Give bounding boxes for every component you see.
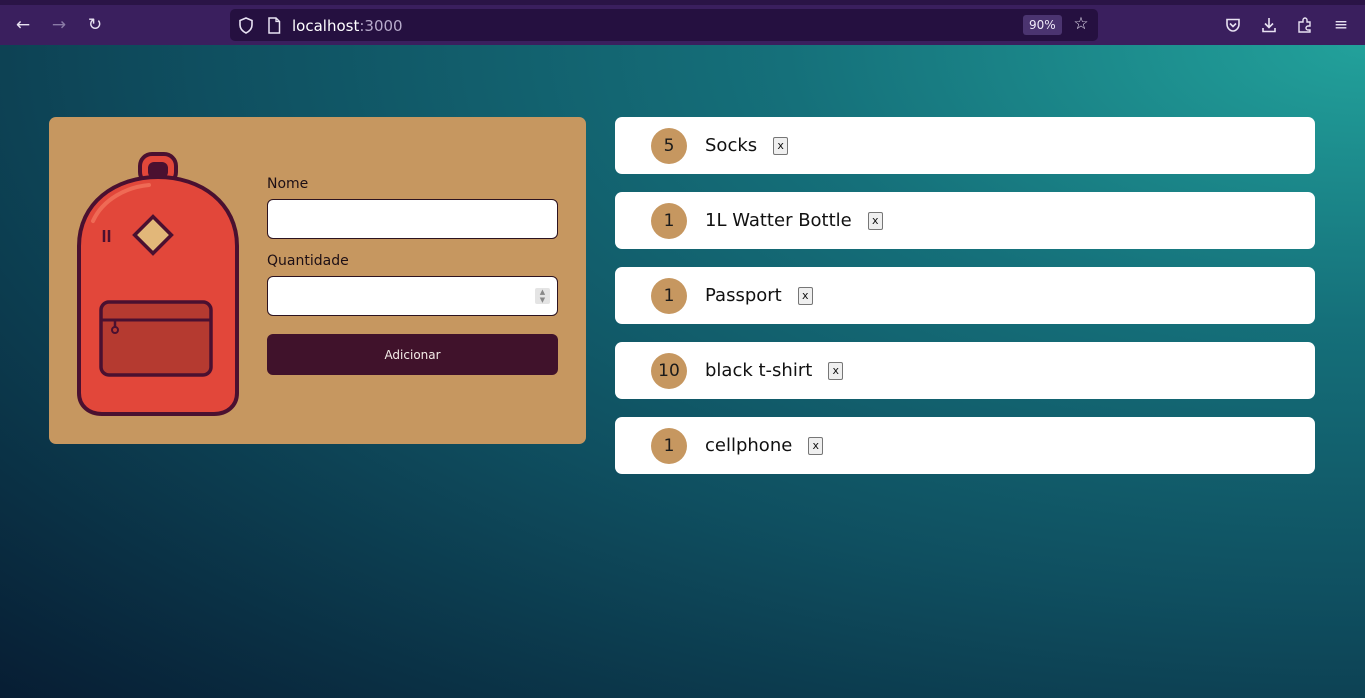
shield-icon[interactable] [235,14,257,36]
bookmark-star-icon[interactable]: ☆ [1070,14,1092,36]
zoom-badge[interactable]: 90% [1023,15,1062,35]
name-label: Nome [267,176,309,192]
remove-item-button[interactable]: x [828,361,844,380]
quantity-stepper[interactable]: ▲ ▼ [535,288,550,304]
quantity-input[interactable] [267,276,558,316]
download-icon[interactable] [1254,10,1284,40]
item-name: 1L Watter Bottle [705,210,852,231]
pocket-icon[interactable] [1218,10,1248,40]
browser-toolbar: ← → ↻ localhost:3000 90% ☆ ≡ [0,0,1365,45]
quantity-badge: 10 [651,353,687,389]
url-port: :3000 [359,17,403,35]
backpack-icon [77,152,239,416]
remove-item-button[interactable]: x [797,286,813,305]
name-input[interactable] [267,199,558,239]
item-name: Passport [705,285,782,306]
quantity-badge: 1 [651,203,687,239]
forward-arrow-icon[interactable]: → [44,10,74,40]
item-name: cellphone [705,435,793,456]
add-button[interactable]: Adicionar [267,334,558,375]
quantity-badge: 5 [651,128,687,164]
reload-icon[interactable]: ↻ [80,10,110,40]
quantity-badge: 1 [651,278,687,314]
list-item: 10 black t-shirt x [615,342,1315,399]
item-name: Socks [705,135,758,156]
add-item-form: Nome Quantidade ▲ ▼ Adicionar [49,117,586,444]
remove-item-button[interactable]: x [773,136,789,155]
url-text[interactable]: localhost:3000 [292,17,403,35]
item-list: 5 Socks x 1 1L Watter Bottle x 1 Passpor… [615,117,1315,492]
menu-hamburger-icon[interactable]: ≡ [1326,10,1356,40]
page-icon [263,14,285,36]
remove-item-button[interactable]: x [867,211,883,230]
back-arrow-icon[interactable]: ← [8,10,38,40]
list-item: 1 Passport x [615,267,1315,324]
address-bar[interactable]: localhost:3000 90% ☆ [230,9,1098,41]
quantity-label: Quantidade [267,253,349,269]
extensions-icon[interactable] [1290,10,1320,40]
url-host: localhost [292,17,360,35]
item-name: black t-shirt [705,360,813,381]
page-content: Nome Quantidade ▲ ▼ Adicionar 5 Socks x 1… [0,45,1365,698]
remove-item-button[interactable]: x [808,436,824,455]
list-item: 1 1L Watter Bottle x [615,192,1315,249]
list-item: 5 Socks x [615,117,1315,174]
list-item: 1 cellphone x [615,417,1315,474]
quantity-badge: 1 [651,428,687,464]
